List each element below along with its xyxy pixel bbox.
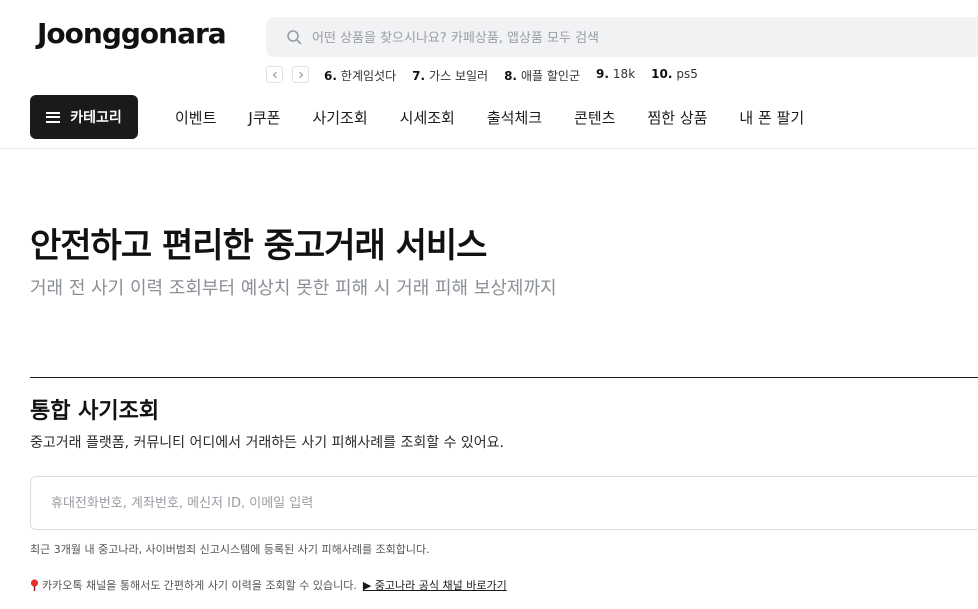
category-label: 카테고리 [70, 110, 122, 126]
keyword-label: 가스 보일러 [429, 69, 489, 83]
keyword-next-button[interactable] [292, 66, 309, 83]
keyword-item[interactable]: 7. 가스 보일러 [412, 67, 488, 84]
keyword-item[interactable]: 8. 애플 할인군 [504, 67, 580, 84]
search-input[interactable] [310, 17, 914, 59]
keyword-rank: 10. [651, 67, 673, 81]
section-divider [30, 377, 978, 378]
official-channel-link[interactable]: ▶ 중고나라 공식 채널 바로가기 [363, 577, 507, 593]
chevron-right-icon [298, 71, 303, 78]
popular-keywords: 6. 한계임섯다 7. 가스 보일러 8. 애플 할인군 9. 18k 10. ps5 [324, 67, 714, 84]
keyword-prev-button[interactable] [266, 66, 283, 83]
pin-icon [30, 579, 39, 591]
fraud-lookup-input[interactable] [30, 476, 978, 530]
logo[interactable]: Joonggonara [37, 17, 227, 50]
keyword-label: 18k [612, 67, 636, 81]
keyword-rank: 7. [412, 69, 426, 83]
header-divider [0, 148, 978, 149]
keyword-rank: 9. [596, 67, 609, 81]
nav-item-jcoupon[interactable]: J쿠폰 [248, 107, 280, 128]
keyword-rank: 6. [324, 69, 337, 83]
fraud-lookup-title: 통합 사기조회 [30, 399, 160, 424]
kakao-channel-notice: 카카오톡 채널을 통해서도 간편하게 사기 이력을 조회할 수 있습니다. ▶ … [30, 577, 507, 593]
nav-item-fraud-check[interactable]: 사기조회 [312, 107, 367, 128]
keyword-label: ps5 [676, 67, 698, 81]
keyword-rank: 8. [504, 69, 517, 83]
nav-item-sell-phone[interactable]: 내 폰 팔기 [739, 107, 804, 128]
keyword-item[interactable]: 10. ps5 [651, 67, 698, 84]
lookup-note: 최근 3개월 내 중고나라, 사이버범죄 신고시스템에 등록된 사기 피해사례를… [30, 543, 430, 556]
menu-icon [46, 111, 61, 123]
nav-item-wishlist[interactable]: 찜한 상품 [647, 107, 707, 128]
search-icon [287, 30, 302, 45]
fraud-lookup-description: 중고거래 플랫폼, 커뮤니티 어디에서 거래하든 사기 피해사례를 조회할 수 … [30, 435, 504, 451]
nav-item-attendance[interactable]: 출석체크 [487, 107, 542, 128]
keyword-item[interactable]: 6. 한계임섯다 [324, 67, 396, 84]
nav-item-price-check[interactable]: 시세조회 [400, 107, 455, 128]
search-bar[interactable] [266, 17, 978, 59]
hero-subtitle: 거래 전 사기 이력 조회부터 예상치 못한 피해 시 거래 피해 보상제까지 [30, 278, 557, 299]
chevron-left-icon [272, 71, 277, 78]
nav-item-event[interactable]: 이벤트 [175, 107, 216, 128]
hero-title: 안전하고 편리한 중고거래 서비스 [30, 226, 487, 266]
keyword-label: 한계임섯다 [340, 69, 397, 83]
nav-item-contents[interactable]: 콘텐츠 [574, 107, 615, 128]
category-button[interactable]: 카테고리 [30, 95, 138, 139]
main-nav: 이벤트 J쿠폰 사기조회 시세조회 출석체크 콘텐츠 찜한 상품 내 폰 팔기 [175, 107, 836, 128]
keyword-item[interactable]: 9. 18k [596, 67, 635, 84]
kakao-channel-text: 카카오톡 채널을 통해서도 간편하게 사기 이력을 조회할 수 있습니다. [42, 579, 357, 592]
keyword-label: 애플 할인군 [520, 69, 580, 83]
